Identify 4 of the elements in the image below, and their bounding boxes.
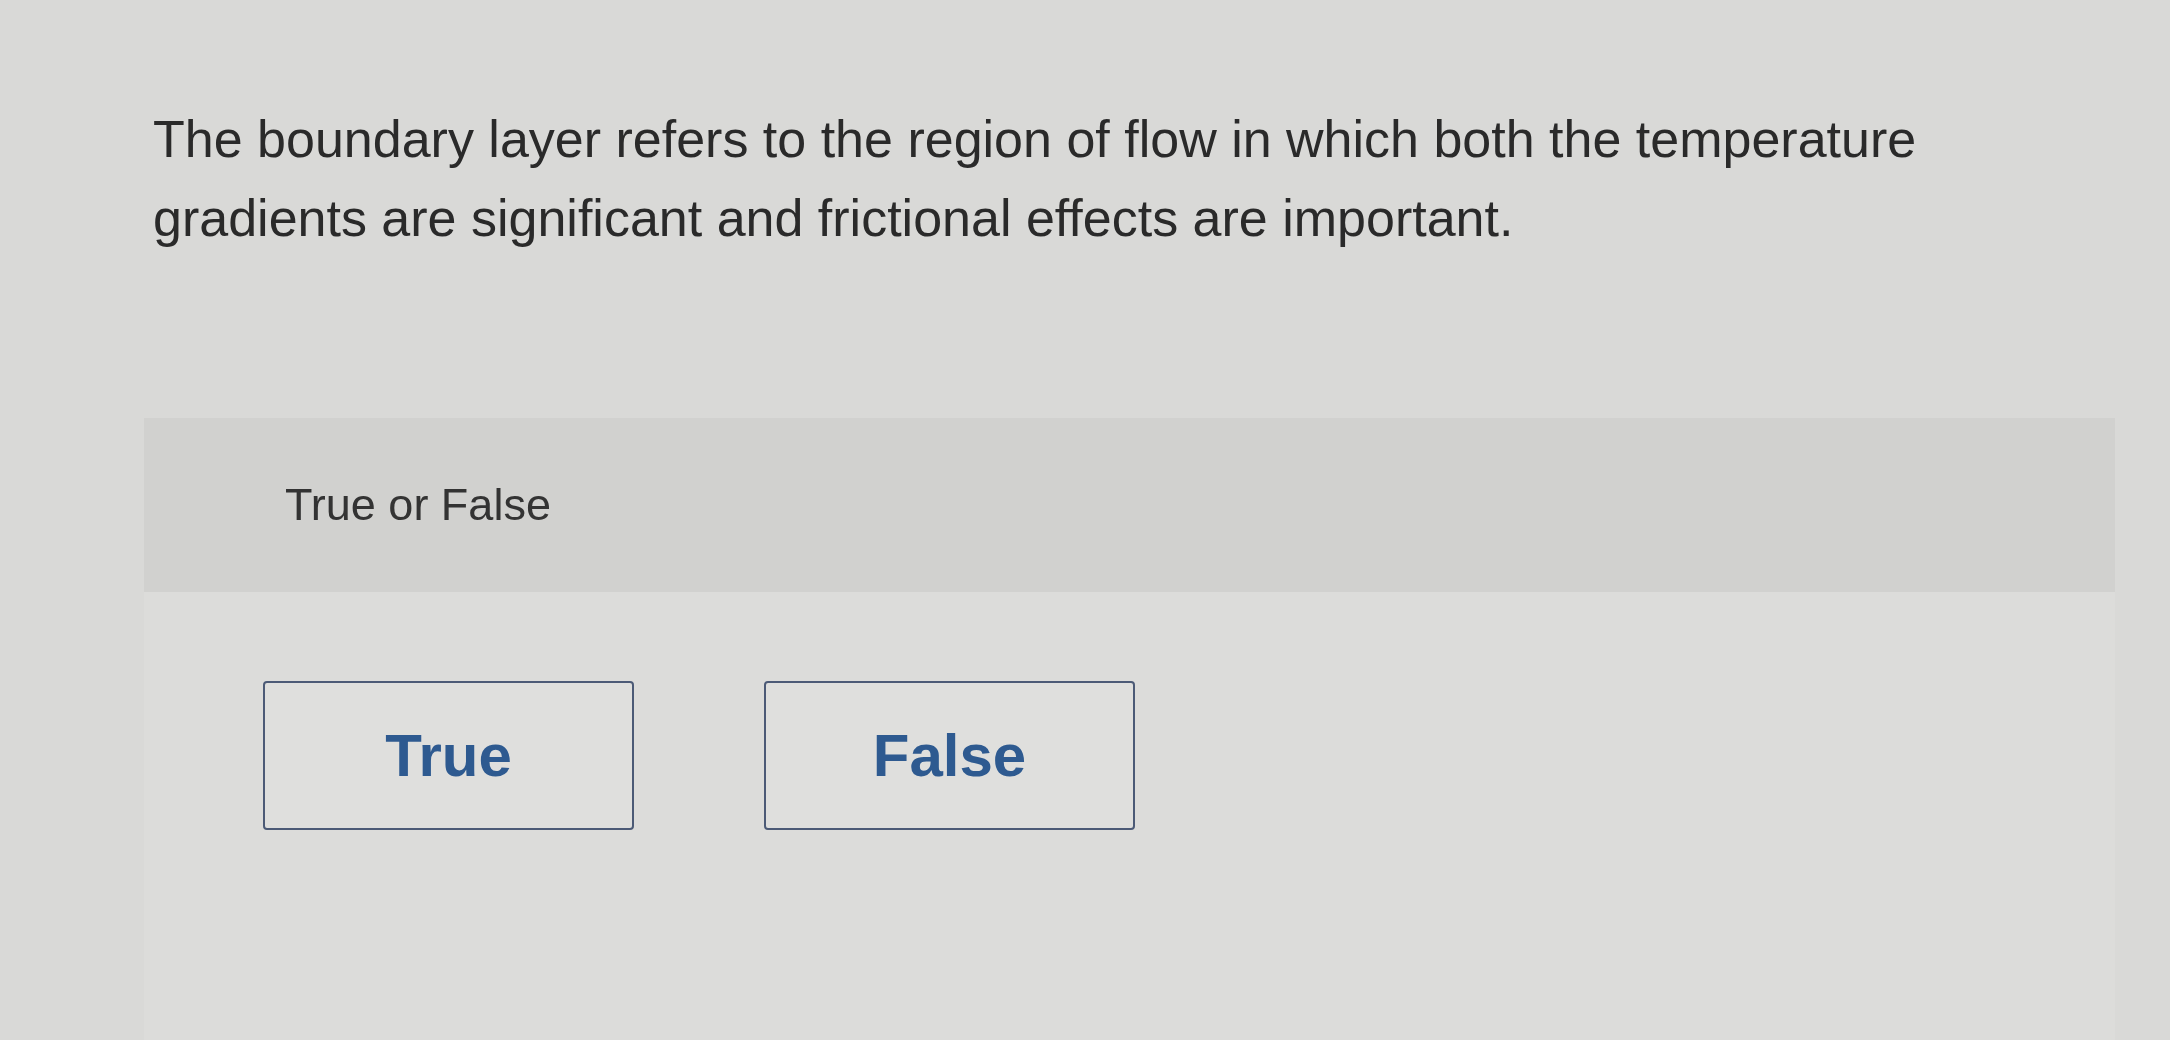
answer-option[interactable]: True: [263, 681, 634, 830]
question-text: The boundary layer refers to the region of flow in which both the temperature gradients are significant and frictional effects are important.: [153, 109, 1918, 249]
prompt-text: True or False: [285, 479, 551, 531]
answer-option[interactable]: False: [764, 681, 1135, 830]
